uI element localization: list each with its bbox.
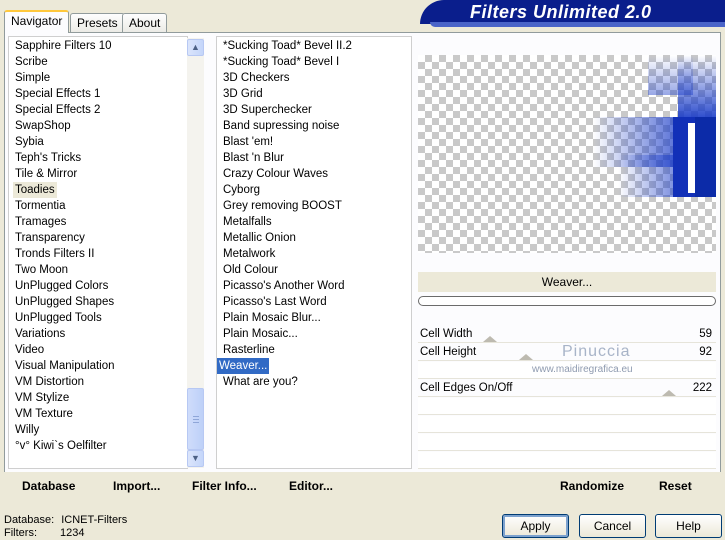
filter-item[interactable]: Metalfalls xyxy=(223,214,272,230)
filter-item[interactable]: Blast 'n Blur xyxy=(223,150,284,166)
scroll-thumb[interactable] xyxy=(187,388,204,450)
filter-item[interactable]: Metalwork xyxy=(223,246,275,262)
category-item[interactable]: UnPlugged Shapes xyxy=(15,294,114,310)
category-item[interactable]: VM Texture xyxy=(15,406,73,422)
tab-presets[interactable]: Presets xyxy=(70,13,125,32)
category-item[interactable]: Transparency xyxy=(15,230,85,246)
filter-item[interactable]: Crazy Colour Waves xyxy=(223,166,328,182)
category-item[interactable]: VM Distortion xyxy=(15,374,84,390)
slider-label: Cell Width xyxy=(420,328,473,340)
category-item[interactable]: UnPlugged Colors xyxy=(15,278,108,294)
slider-handle[interactable] xyxy=(519,354,533,360)
category-item[interactable]: Simple xyxy=(15,70,50,86)
slider-value: 92 xyxy=(699,346,712,358)
grip-line xyxy=(193,416,199,417)
app-title: Filters Unlimited 2.0 xyxy=(470,2,652,22)
filter-item[interactable]: Metallic Onion xyxy=(223,230,296,246)
category-item[interactable]: Two Moon xyxy=(15,262,68,278)
filter-item[interactable]: What are you? xyxy=(223,374,298,390)
filter-item[interactable]: Cyborg xyxy=(223,182,260,198)
slider-label: Cell Height xyxy=(420,346,477,358)
filter-item[interactable]: Blast 'em! xyxy=(223,134,273,150)
tab-about[interactable]: About xyxy=(122,13,168,32)
category-item[interactable]: Toadies xyxy=(13,182,57,198)
category-item[interactable]: SwapShop xyxy=(15,118,71,134)
help-button[interactable]: Help xyxy=(655,514,722,538)
filter-item[interactable]: Plain Mosaic... xyxy=(223,326,298,342)
tab-navigator[interactable]: Navigator xyxy=(4,10,70,33)
progress-bar xyxy=(418,296,716,306)
filter-item[interactable]: *Sucking Toad* Bevel I xyxy=(223,54,339,70)
watermark-url: www.maidiregrafica.eu xyxy=(532,364,633,375)
slider-handle[interactable] xyxy=(662,390,676,396)
reset-button[interactable]: Reset xyxy=(659,479,692,493)
filter-list[interactable]: *Sucking Toad* Bevel II.2 *Sucking Toad* … xyxy=(216,36,412,469)
category-item[interactable]: Tile & Mirror xyxy=(15,166,77,182)
category-scrollbar[interactable]: ▲ ▼ xyxy=(187,38,204,468)
apply-button[interactable]: Apply xyxy=(502,514,569,538)
chevron-down-icon: ▼ xyxy=(191,453,200,463)
category-list[interactable]: Sapphire Filters 10 Scribe Simple Special E… xyxy=(8,36,188,469)
category-item[interactable]: Teph's Tricks xyxy=(15,150,81,166)
category-item[interactable]: Variations xyxy=(15,326,65,342)
filter-item[interactable]: Band supressing noise xyxy=(223,118,339,134)
grip-line xyxy=(193,419,199,420)
category-item[interactable]: UnPlugged Tools xyxy=(15,310,102,326)
selected-filter-name: Weaver... xyxy=(418,272,716,292)
slider-handle[interactable] xyxy=(483,336,497,342)
filter-item[interactable]: Weaver... xyxy=(217,358,270,374)
weaver-preview-image xyxy=(593,55,716,197)
filters-info: Filters: 1234 xyxy=(4,527,84,539)
category-item[interactable]: Tramages xyxy=(15,214,66,230)
randomize-button[interactable]: Randomize xyxy=(560,479,624,493)
scroll-up-button[interactable]: ▲ xyxy=(187,39,204,56)
watermark-name: Pinuccia xyxy=(562,343,631,360)
category-item[interactable]: Special Effects 1 xyxy=(15,86,100,102)
database-label: Database: xyxy=(4,514,55,526)
preview-area[interactable] xyxy=(418,55,716,253)
category-item[interactable]: Willy xyxy=(15,422,39,438)
editor-button[interactable]: Editor... xyxy=(289,479,333,493)
empty-param-row xyxy=(418,452,716,469)
category-item[interactable]: Special Effects 2 xyxy=(15,102,100,118)
category-item[interactable]: Sybia xyxy=(15,134,44,150)
filter-item[interactable]: 3D Grid xyxy=(223,86,263,102)
category-item[interactable]: Tormentia xyxy=(15,198,66,214)
filter-info-button[interactable]: Filter Info... xyxy=(192,479,257,493)
empty-param-row xyxy=(418,434,716,451)
filter-item[interactable]: 3D Checkers xyxy=(223,70,289,86)
category-item[interactable]: VM Stylize xyxy=(15,390,69,406)
filter-item[interactable]: 3D Superchecker xyxy=(223,102,312,118)
filters-label: Filters: xyxy=(4,527,37,539)
category-item[interactable]: Tronds Filters II xyxy=(15,246,94,262)
slider-cell-edges[interactable]: Cell Edges On/Off 222 xyxy=(418,380,716,397)
filters-value: 1234 xyxy=(60,527,85,539)
filter-item[interactable]: Old Colour xyxy=(223,262,278,278)
database-value: ICNET-Filters xyxy=(61,514,128,526)
filter-item[interactable]: Grey removing BOOST xyxy=(223,198,342,214)
slider-value: 222 xyxy=(692,382,712,394)
database-info: Database: ICNET-Filters xyxy=(4,514,127,526)
database-button[interactable]: Database xyxy=(22,479,75,493)
cancel-button[interactable]: Cancel xyxy=(579,514,646,538)
filter-item[interactable]: Picasso's Another Word xyxy=(223,278,345,294)
grip-line xyxy=(193,422,199,423)
chevron-up-icon: ▲ xyxy=(191,42,200,52)
filter-item[interactable]: Picasso's Last Word xyxy=(223,294,327,310)
filter-item[interactable]: Rasterline xyxy=(223,342,275,358)
filter-item[interactable]: Plain Mosaic Blur... xyxy=(223,310,321,326)
category-item[interactable]: Sapphire Filters 10 xyxy=(15,38,112,54)
category-item[interactable]: °v° Kiwi`s Oelfilter xyxy=(15,438,107,454)
slider-label: Cell Edges On/Off xyxy=(420,382,513,394)
scroll-down-button[interactable]: ▼ xyxy=(187,450,204,467)
empty-param-row xyxy=(418,398,716,415)
category-item[interactable]: Visual Manipulation xyxy=(15,358,115,374)
filter-item[interactable]: *Sucking Toad* Bevel II.2 xyxy=(223,38,352,54)
category-item[interactable]: Video xyxy=(15,342,44,358)
empty-param-row xyxy=(418,416,716,433)
import-button[interactable]: Import... xyxy=(113,479,160,493)
slider-value: 59 xyxy=(699,328,712,340)
slider-cell-width[interactable]: Cell Width 59 xyxy=(418,326,716,343)
category-item[interactable]: Scribe xyxy=(15,54,48,70)
